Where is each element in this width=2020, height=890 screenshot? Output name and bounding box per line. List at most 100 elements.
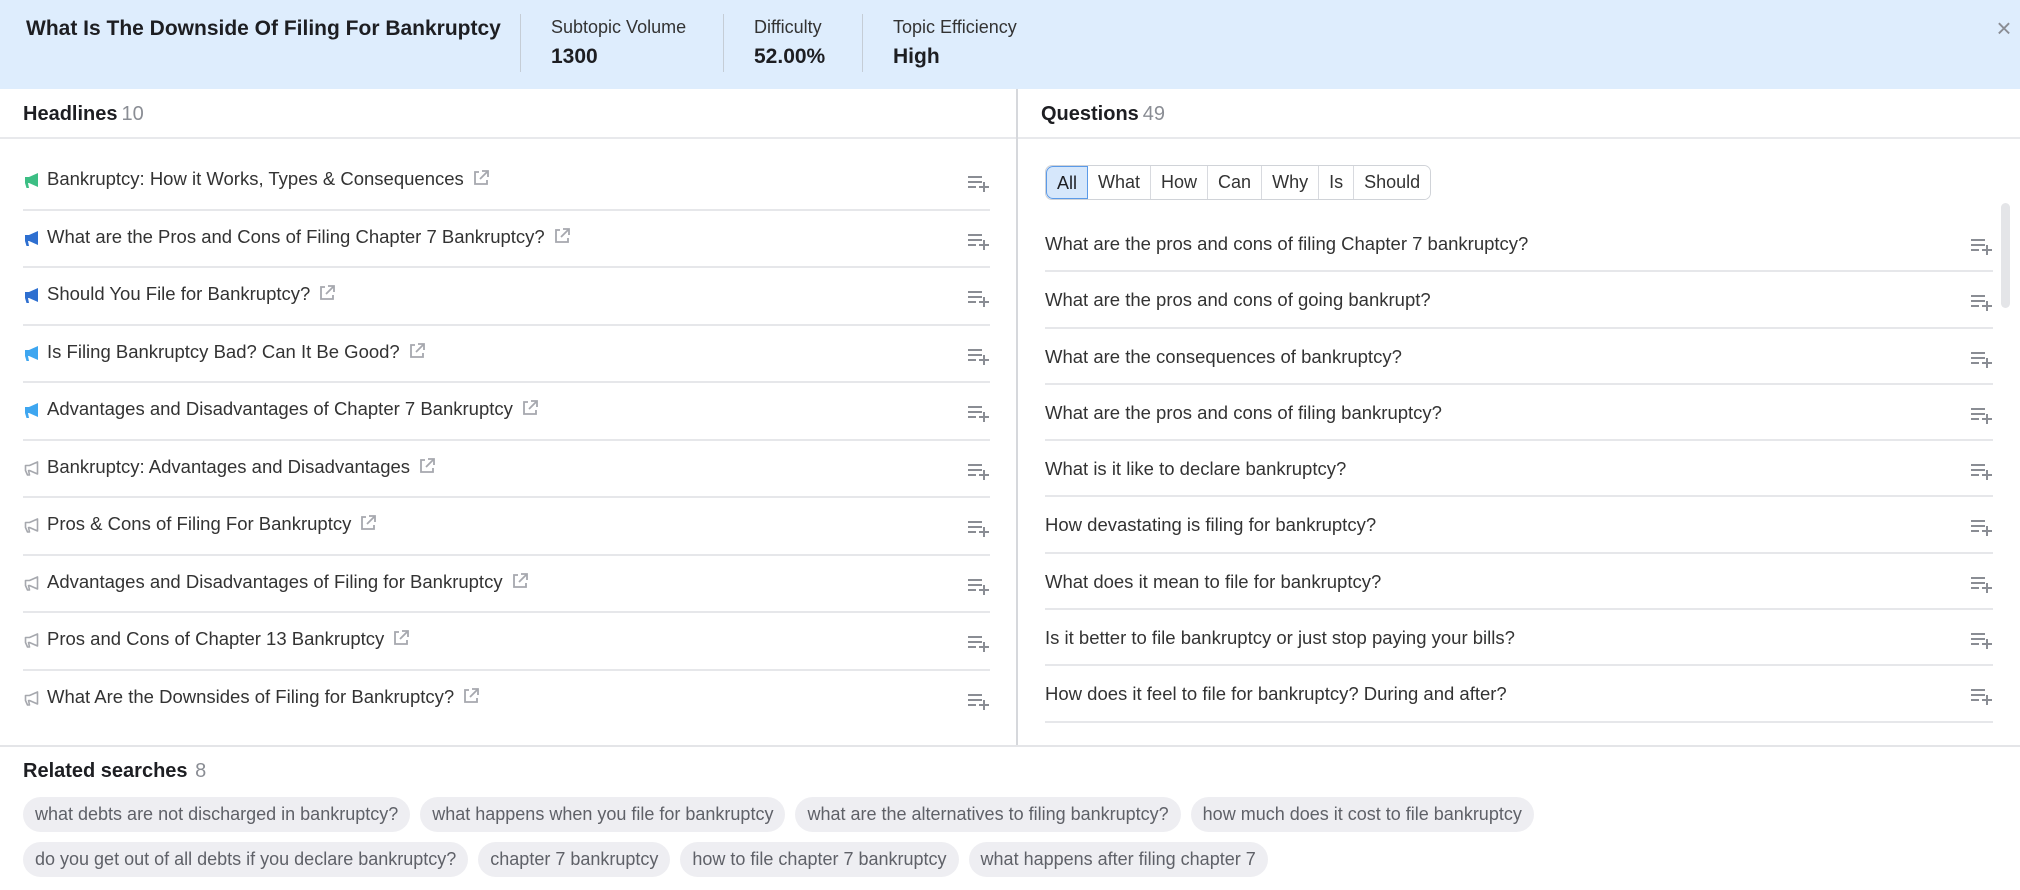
headline-link[interactable]: Is Filing Bankruptcy Bad? Can It Be Good… (47, 341, 426, 363)
add-to-list-icon[interactable] (1971, 349, 1993, 369)
question-text[interactable]: What are the consequences of bankruptcy? (1045, 346, 1402, 368)
questions-count: 49 (1142, 103, 1166, 125)
metric-value: High (893, 45, 940, 68)
related-divider (0, 745, 2020, 747)
megaphone-icon (23, 286, 41, 304)
question-row: What are the consequences of bankruptcy? (1045, 329, 1993, 385)
question-text[interactable]: What is it like to declare bankruptcy? (1045, 458, 1346, 480)
headline-row: Should You File for Bankruptcy? (23, 268, 990, 326)
headline-text: Bankruptcy: How it Works, Types & Conseq… (47, 168, 464, 189)
headline-link[interactable]: Should You File for Bankruptcy? (47, 283, 336, 305)
headline-text: Bankruptcy: Advantages and Disadvantages (47, 455, 411, 477)
question-filter-group: All What How Can Why Is Should (1045, 165, 1432, 200)
headlines-count: 10 (121, 103, 144, 125)
headline-link[interactable]: Pros and Cons of Chapter 13 Bankruptcy (47, 628, 410, 650)
external-link-icon[interactable] (318, 284, 336, 302)
add-to-list-icon[interactable] (968, 518, 990, 538)
add-to-list-icon[interactable] (968, 288, 990, 308)
filter-can[interactable]: Can (1208, 166, 1263, 199)
filter-is[interactable]: Is (1319, 166, 1355, 199)
headline-link[interactable]: Bankruptcy: How it Works, Types & Conseq… (47, 168, 490, 190)
add-to-list-icon[interactable] (1971, 630, 1993, 650)
metric-value: 1300 (551, 45, 598, 68)
filter-how[interactable]: How (1151, 166, 1209, 199)
headline-row: Bankruptcy: How it Works, Types & Conseq… (23, 153, 990, 211)
add-to-list-icon[interactable] (968, 461, 990, 481)
question-text[interactable]: How devastating is filing for bankruptcy… (1045, 514, 1376, 536)
add-to-list-icon[interactable] (968, 633, 990, 653)
add-to-list-icon[interactable] (968, 576, 990, 596)
megaphone-icon (23, 459, 41, 477)
headline-link[interactable]: Bankruptcy: Advantages and Disadvantages (47, 456, 436, 478)
filter-what[interactable]: What (1088, 166, 1152, 199)
related-search-chip[interactable]: how to file chapter 7 bankruptcy (680, 842, 959, 877)
question-text[interactable]: What are the pros and cons of filing ban… (1045, 402, 1442, 424)
related-search-chip[interactable]: what are the alternatives to filing bank… (795, 797, 1181, 832)
related-search-chip[interactable]: what debts are not discharged in bankrup… (23, 797, 411, 832)
external-link-icon[interactable] (462, 687, 480, 705)
external-link-icon[interactable] (392, 629, 410, 647)
megaphone-icon (23, 574, 41, 592)
close-icon: × (1996, 13, 2012, 43)
external-link-icon[interactable] (408, 342, 426, 360)
external-link-icon[interactable] (359, 514, 377, 532)
external-link-icon[interactable] (553, 227, 571, 245)
external-link-icon[interactable] (472, 169, 490, 187)
headline-link[interactable]: Pros & Cons of Filing For Bankruptcy (47, 513, 377, 535)
questions-list: What are the pros and cons of filing Cha… (1045, 216, 1993, 723)
add-to-list-icon[interactable] (1971, 574, 1993, 594)
questions-scrollbar[interactable] (2001, 203, 2010, 308)
related-search-chip[interactable]: chapter 7 bankruptcy (478, 842, 671, 877)
add-to-list-icon[interactable] (1971, 292, 1993, 312)
related-search-chip[interactable]: do you get out of all debts if you decla… (23, 842, 469, 877)
metric-difficulty: Difficulty 52.00% (723, 14, 825, 72)
filter-why[interactable]: Why (1262, 166, 1320, 199)
megaphone-icon (23, 689, 41, 707)
headline-text: What are the Pros and Cons of Filing Cha… (47, 225, 545, 247)
add-to-list-icon[interactable] (968, 691, 990, 711)
filter-should[interactable]: Should (1354, 166, 1431, 199)
close-button[interactable]: × (1992, 13, 2016, 43)
related-searches-title: Related searches 8 (23, 760, 206, 783)
headline-row: Advantages and Disadvantages of Chapter … (23, 383, 990, 441)
add-to-list-icon[interactable] (968, 346, 990, 366)
question-row: What are the pros and cons of going bank… (1045, 272, 1993, 329)
add-to-list-icon[interactable] (1971, 461, 1993, 481)
headline-link[interactable]: What are the Pros and Cons of Filing Cha… (47, 226, 571, 248)
add-to-list-icon[interactable] (1971, 686, 1993, 706)
headline-link[interactable]: Advantages and Disadvantages of Filing f… (47, 571, 529, 593)
external-link-icon[interactable] (418, 457, 436, 475)
related-search-chip[interactable]: what happens when you file for bankruptc… (420, 797, 786, 832)
related-title-text: Related searches (23, 760, 188, 782)
external-link-icon[interactable] (511, 572, 529, 590)
question-row: How devastating is filing for bankruptcy… (1045, 497, 1993, 554)
filter-all[interactable]: All (1046, 166, 1089, 199)
headlines-title: Headlines 10 (23, 103, 144, 126)
metric-value: 52.00% (754, 45, 826, 68)
question-text[interactable]: Is it better to file bankruptcy or just … (1045, 627, 1515, 649)
question-text[interactable]: What does it mean to file for bankruptcy… (1045, 571, 1381, 593)
questions-title-text: Questions (1041, 103, 1139, 125)
related-search-chip[interactable]: how much does it cost to file bankruptcy (1190, 797, 1534, 832)
headline-row: What are the Pros and Cons of Filing Cha… (23, 211, 990, 268)
headline-link[interactable]: What Are the Downsides of Filing for Ban… (47, 686, 480, 708)
question-text[interactable]: What are the pros and cons of filing Cha… (1045, 233, 1528, 255)
question-text[interactable]: What are the pros and cons of going bank… (1045, 289, 1431, 311)
megaphone-icon (23, 171, 41, 189)
headline-text: Advantages and Disadvantages of Chapter … (47, 398, 513, 419)
add-to-list-icon[interactable] (1971, 236, 1993, 256)
headline-row: Is Filing Bankruptcy Bad? Can It Be Good… (23, 326, 990, 383)
related-search-chip[interactable]: what happens after filing chapter 7 (968, 842, 1268, 877)
megaphone-icon (23, 229, 41, 247)
add-to-list-icon[interactable] (968, 173, 990, 193)
headline-link[interactable]: Advantages and Disadvantages of Chapter … (47, 398, 539, 420)
external-link-icon[interactable] (521, 399, 539, 417)
add-to-list-icon[interactable] (1971, 517, 1993, 537)
question-text[interactable]: How does it feel to file for bankruptcy?… (1045, 683, 1507, 705)
add-to-list-icon[interactable] (968, 403, 990, 423)
related-searches-chips: what debts are not discharged in bankrup… (23, 797, 1983, 877)
add-to-list-icon[interactable] (1971, 405, 1993, 425)
metric-topic-efficiency: Topic Efficiency High (862, 14, 1017, 72)
add-to-list-icon[interactable] (968, 231, 990, 251)
headlines-header: Headlines 10 (0, 89, 1016, 139)
